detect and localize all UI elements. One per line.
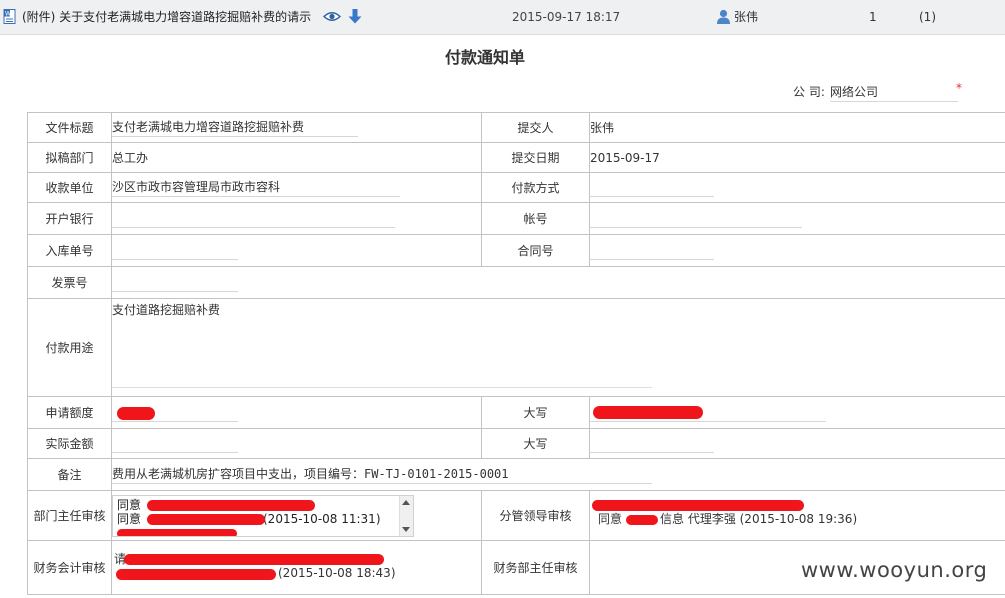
eye-icon[interactable] [323, 11, 341, 22]
redaction-mark [593, 406, 703, 419]
submitter-value: 张伟 [589, 112, 1005, 143]
dept-head-review-label: 部门主任审核 [27, 490, 112, 541]
table-row: 收款单位 沙区市政市容管理局市政市容科 付款方式 [27, 172, 1005, 203]
leader-review-time: 信息 代理李强 (2015-10-08 19:36) [660, 511, 858, 526]
dept-review-line-1: 同意 [117, 497, 142, 512]
form-title: 付款通知单 [444, 48, 525, 67]
watermark: www.wooyun.org [801, 558, 988, 582]
actual-amount-field[interactable] [112, 435, 238, 453]
leader-review-box[interactable]: 同意 信息 代理李强 (2015-10-08 19:36) [590, 496, 890, 536]
contract-label: 合同号 [481, 234, 590, 267]
document-header-bar: W (附件) 关于支付老满城电力增容道路挖掘赔补费的请示 2015-09-17 … [0, 0, 1005, 35]
user-icon [717, 9, 730, 24]
dept-review-time: (2015-10-08 11:31) [263, 511, 381, 526]
table-row: 付款用途 支付道路挖掘赔补费 [27, 298, 1005, 397]
finance-review-label: 财务会计审核 [27, 540, 112, 595]
table-row: 入库单号 合同号 [27, 234, 1005, 267]
attachment-title-link[interactable]: (附件) 关于支付老满城电力增容道路挖掘赔补费的请示 [22, 8, 311, 26]
purpose-label: 付款用途 [27, 298, 112, 397]
table-row: 部门主任审核 同意 同意 (2015-10-08 11:31) 分管领导审核 同… [27, 490, 1005, 541]
table-row: 开户银行 帐号 [27, 202, 1005, 235]
review-scrollbar[interactable] [399, 495, 413, 536]
warehouse-field[interactable] [112, 242, 238, 260]
pay-method-label: 付款方式 [481, 172, 590, 203]
finance-review-time: (2015-10-08 18:43) [278, 565, 396, 580]
scroll-down-icon[interactable] [402, 526, 410, 532]
download-arrow-icon[interactable] [348, 9, 362, 24]
pay-method-field[interactable] [590, 179, 714, 197]
view-count: (1) [919, 10, 936, 24]
invoice-field[interactable] [112, 274, 238, 292]
redaction-mark [116, 568, 276, 580]
table-row: 拟稿部门 总工办 提交日期 2015-09-17 [27, 142, 1005, 173]
redaction-mark [117, 528, 237, 536]
table-row: 实际金额 大写 [27, 428, 1005, 459]
company-label: 公 司: [793, 85, 825, 99]
purpose-textarea[interactable]: 支付道路挖掘赔补费 [112, 301, 652, 388]
doc-title-label: 文件标题 [27, 112, 112, 143]
leader-review-label: 分管领导审核 [481, 490, 590, 541]
submit-date-label: 提交日期 [481, 142, 590, 173]
submitter-label: 提交人 [481, 112, 590, 143]
table-row: 备注 费用从老满城机房扩容项目中支出，项目编号：FW-TJ-0101-2015-… [27, 458, 1005, 491]
submitter-name: 张伟 [734, 10, 759, 24]
finance-head-review-label: 财务部主任审核 [481, 540, 590, 595]
redaction-mark [626, 514, 658, 525]
leader-review-line-2: 同意 [598, 511, 623, 526]
warehouse-label: 入库单号 [27, 234, 112, 267]
bank-field[interactable] [112, 210, 395, 228]
remark-field[interactable]: 费用从老满城机房扩容项目中支出，项目编号：FW-TJ-0101-2015-000… [112, 466, 652, 484]
dept-value: 总工办 [111, 142, 482, 173]
redaction-mark [124, 553, 384, 565]
amount-label: 申请额度 [27, 396, 112, 429]
capital2-label: 大写 [481, 428, 590, 459]
reply-count: 1 [869, 10, 877, 24]
company-field[interactable]: 网络公司 [830, 83, 958, 102]
account-label: 帐号 [481, 202, 590, 235]
table-row: 申请额度 大写 [27, 396, 1005, 429]
submit-date-value: 2015-09-17 [589, 142, 1005, 173]
scroll-up-icon[interactable] [402, 499, 410, 505]
payment-notice-form: 文件标题 支付老满城电力增容道路挖掘赔补费 提交人 张伟 拟稿部门 总工办 提交… [27, 112, 1005, 595]
svg-text:W: W [5, 11, 11, 18]
actual-amount-label: 实际金额 [27, 428, 112, 459]
redaction-mark [147, 513, 265, 525]
dept-label: 拟稿部门 [27, 142, 112, 173]
invoice-label: 发票号 [27, 266, 112, 299]
redaction-mark [117, 407, 155, 420]
finance-review-box[interactable]: 请 (2015-10-08 18:43) [112, 547, 412, 589]
purpose-text: 支付道路挖掘赔补费 [112, 303, 221, 317]
contract-field[interactable] [590, 242, 714, 260]
dept-review-line-2: 同意 [117, 511, 142, 526]
redaction-mark [592, 499, 804, 511]
submit-datetime: 2015-09-17 18:17 [512, 10, 621, 24]
required-marker: * [956, 81, 962, 95]
doc-title-field[interactable]: 支付老满城电力增容道路挖掘赔补费 [112, 119, 358, 137]
payee-field[interactable]: 沙区市政市容管理局市政市容科 [112, 179, 400, 197]
capital2-field[interactable] [590, 435, 714, 453]
redaction-mark [147, 499, 315, 511]
account-field[interactable] [590, 210, 802, 228]
bank-label: 开户银行 [27, 202, 112, 235]
payee-label: 收款单位 [27, 172, 112, 203]
capital-label: 大写 [481, 396, 590, 429]
dept-head-review-box[interactable]: 同意 同意 (2015-10-08 11:31) [112, 494, 414, 537]
table-row: 发票号 [27, 266, 1005, 299]
remark-label: 备注 [27, 458, 112, 491]
document-icon: W [3, 9, 16, 24]
table-row: 文件标题 支付老满城电力增容道路挖掘赔补费 提交人 张伟 [27, 112, 1005, 143]
